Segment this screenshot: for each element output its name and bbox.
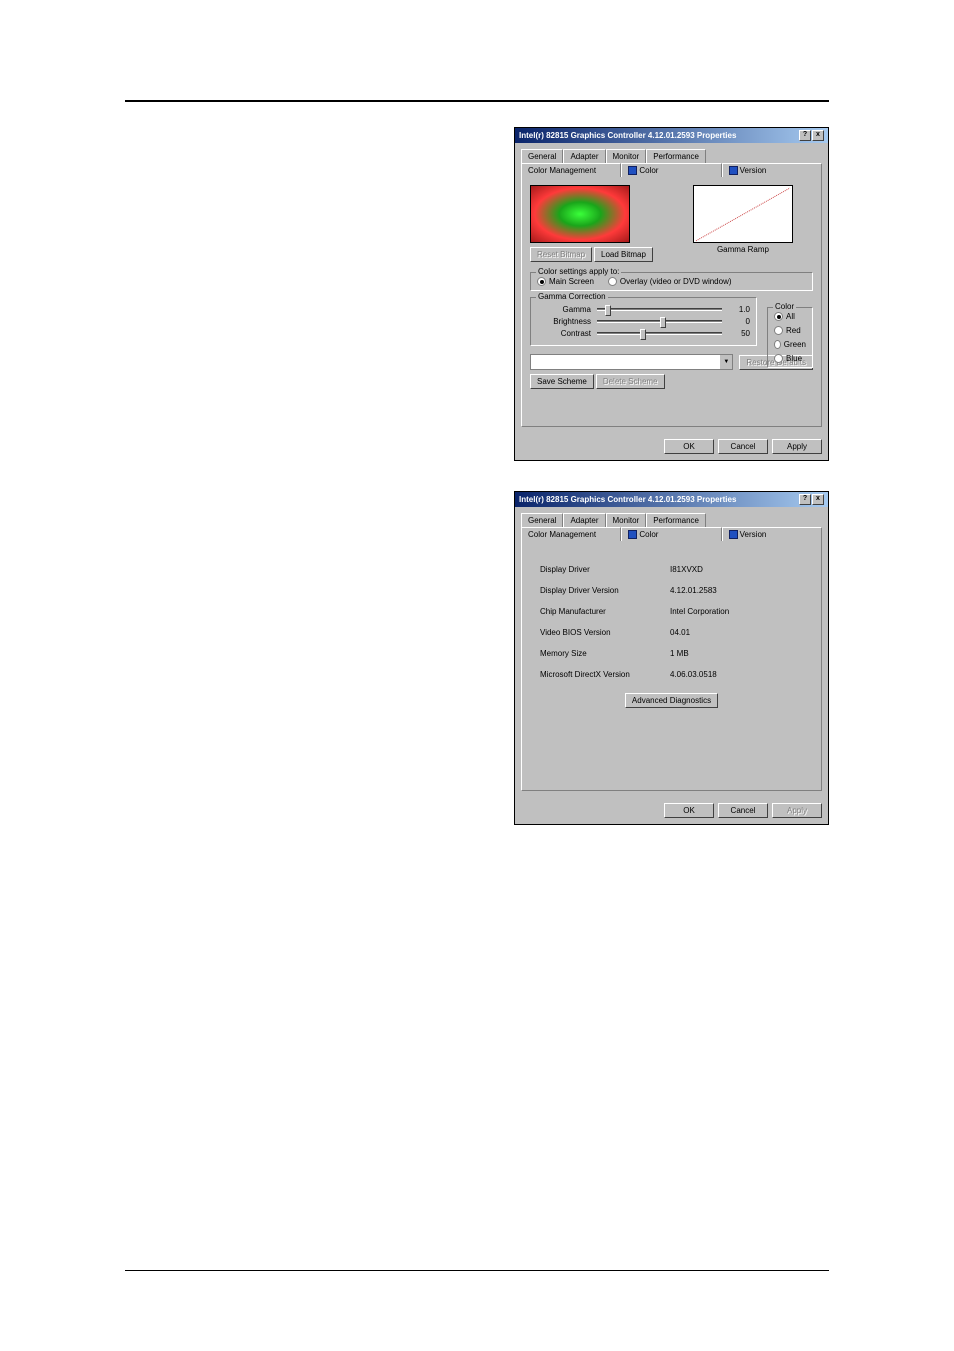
intel-icon — [628, 166, 637, 175]
save-scheme-button[interactable]: Save Scheme — [530, 374, 594, 389]
info-row: Video BIOS Version04.01 — [540, 628, 803, 637]
titlebar: Intel(r) 82815 Graphics Controller 4.12.… — [515, 492, 828, 507]
tab-general[interactable]: General — [521, 149, 563, 163]
tab-adapter[interactable]: Adapter — [563, 513, 605, 527]
gamma-correction-group: Gamma Correction Gamma 1.0 Brightness 0 … — [530, 297, 757, 346]
scheme-combo[interactable]: ▼ — [530, 354, 733, 370]
brightness-slider[interactable] — [597, 320, 722, 323]
help-button[interactable]: ? — [799, 130, 811, 141]
window-title: Intel(r) 82815 Graphics Controller 4.12.… — [519, 495, 736, 504]
apply-button: Apply — [772, 803, 822, 818]
tab-panel-version: Display DriverI81XVXD Display Driver Ver… — [521, 541, 822, 791]
radio-overlay[interactable]: Overlay (video or DVD window) — [608, 277, 732, 286]
radio-green[interactable]: Green — [774, 340, 806, 349]
tab-performance[interactable]: Performance — [646, 513, 706, 527]
cancel-button[interactable]: Cancel — [718, 803, 768, 818]
tab-version[interactable]: Version — [722, 527, 822, 541]
help-button[interactable]: ? — [799, 494, 811, 505]
info-row: Memory Size1 MB — [540, 649, 803, 658]
tab-color-management[interactable]: Color Management — [521, 163, 621, 177]
tab-color[interactable]: Color — [621, 527, 721, 541]
intel-icon — [729, 530, 738, 539]
tab-version[interactable]: Version — [722, 163, 822, 177]
contrast-slider[interactable] — [597, 332, 722, 335]
radio-all[interactable]: All — [774, 312, 806, 321]
tab-color[interactable]: Color — [621, 163, 721, 177]
titlebar: Intel(r) 82815 Graphics Controller 4.12.… — [515, 128, 828, 143]
color-settings-group: Color settings apply to: Main Screen Ove… — [530, 272, 813, 291]
window-title: Intel(r) 82815 Graphics Controller 4.12.… — [519, 131, 736, 140]
radio-blue[interactable]: Blue — [774, 354, 806, 363]
tab-panel-color: Reset Bitmap Load Bitmap Gamma Ramp Colo… — [521, 177, 822, 427]
info-row: Display Driver Version4.12.01.2583 — [540, 586, 803, 595]
ok-button[interactable]: OK — [664, 803, 714, 818]
info-row: Display DriverI81XVXD — [540, 565, 803, 574]
info-row: Microsoft DirectX Version4.06.03.0518 — [540, 670, 803, 679]
ok-button[interactable]: OK — [664, 439, 714, 454]
dialog-version: Intel(r) 82815 Graphics Controller 4.12.… — [514, 491, 829, 825]
bottom-rule — [125, 1270, 829, 1271]
radio-main-screen[interactable]: Main Screen — [537, 277, 594, 286]
tab-general[interactable]: General — [521, 513, 563, 527]
top-rule — [125, 100, 829, 102]
reset-bitmap-button: Reset Bitmap — [530, 247, 592, 262]
gamma-ramp — [693, 185, 793, 243]
close-button[interactable]: x — [812, 130, 824, 141]
gamma-ramp-label: Gamma Ramp — [693, 245, 793, 254]
tab-monitor[interactable]: Monitor — [606, 149, 647, 163]
tab-monitor[interactable]: Monitor — [606, 513, 647, 527]
tab-color-management[interactable]: Color Management — [521, 527, 621, 541]
dialog-color: Intel(r) 82815 Graphics Controller 4.12.… — [514, 127, 829, 461]
intel-icon — [628, 530, 637, 539]
chevron-down-icon[interactable]: ▼ — [719, 355, 732, 369]
gamma-slider[interactable] — [597, 308, 722, 311]
load-bitmap-button[interactable]: Load Bitmap — [594, 247, 653, 262]
intel-icon — [729, 166, 738, 175]
color-channel-group: Color All Red Green Blue — [767, 307, 813, 368]
tab-strip: General Adapter Monitor Performance Colo… — [521, 149, 822, 177]
radio-red[interactable]: Red — [774, 326, 806, 335]
delete-scheme-button: Delete Scheme — [596, 374, 665, 389]
bitmap-preview — [530, 185, 630, 243]
advanced-diagnostics-button[interactable]: Advanced Diagnostics — [625, 693, 718, 708]
tab-performance[interactable]: Performance — [646, 149, 706, 163]
tab-adapter[interactable]: Adapter — [563, 149, 605, 163]
apply-button[interactable]: Apply — [772, 439, 822, 454]
cancel-button[interactable]: Cancel — [718, 439, 768, 454]
tab-strip: General Adapter Monitor Performance Colo… — [521, 513, 822, 541]
info-row: Chip ManufacturerIntel Corporation — [540, 607, 803, 616]
close-button[interactable]: x — [812, 494, 824, 505]
